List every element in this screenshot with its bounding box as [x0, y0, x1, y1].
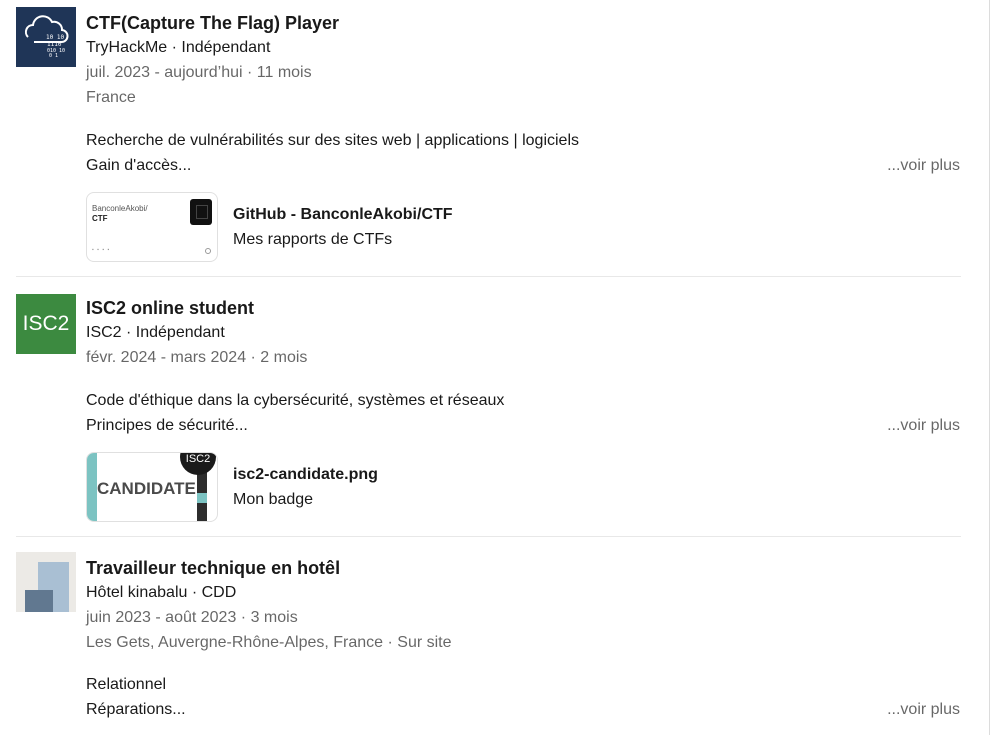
media-subtitle: Mon badge: [233, 491, 314, 508]
job-title: CTF(Capture The Flag) Player: [86, 13, 340, 33]
media-thumbnail[interactable]: BanconleAkobi/ CTF ▪ ▪ ▪ ▪: [86, 192, 218, 262]
repo-stats-icon: ▪ ▪ ▪ ▪: [92, 247, 111, 253]
panel-border: [989, 0, 990, 735]
company-line: ISC2 · Indépendant: [86, 324, 225, 341]
see-more-button[interactable]: ...voir plus: [887, 697, 960, 722]
badge-bar: [197, 493, 207, 503]
description-line: Principes de sécurité...: [86, 417, 248, 434]
media-subtitle: Mes rapports de CTFs: [233, 231, 393, 248]
badge-accent: [87, 453, 97, 521]
company-line: TryHackMe · Indépendant: [86, 39, 271, 56]
date-range: juin 2023 - août 2023 · 3 mois: [86, 609, 298, 626]
job-title: ISC2 online student: [86, 298, 255, 318]
badge-text: CANDIDATE: [97, 479, 196, 498]
thumb-repo: CTF: [92, 214, 108, 223]
repo-avatar-icon: [190, 199, 212, 225]
logo-text: ISC2: [22, 312, 70, 335]
location: Les Gets, Auvergne-Rhône-Alpes, France ·…: [86, 634, 452, 651]
badge-bar: [197, 503, 207, 521]
see-more-button[interactable]: ...voir plus: [887, 153, 960, 178]
media-attachment[interactable]: CANDIDATE ISC2 isc2-candidate.png Mon ba…: [86, 452, 378, 522]
see-more-button[interactable]: ...voir plus: [887, 413, 960, 438]
divider: [16, 536, 961, 537]
company-line: Hôtel kinabalu · CDD: [86, 584, 237, 601]
media-thumbnail[interactable]: CANDIDATE ISC2: [86, 452, 218, 522]
description-line: Code d'éthique dans la cybersécurité, sy…: [86, 392, 505, 409]
description-line: Recherche de vulnérabilités sur des site…: [86, 132, 580, 149]
date-range: févr. 2024 - mars 2024 · 2 mois: [86, 349, 308, 366]
description-line: Relationnel: [86, 676, 167, 693]
description-line: Réparations...: [86, 701, 186, 718]
job-title: Travailleur technique en hotêl: [86, 558, 341, 578]
svg-text:10 10: 10 10: [46, 34, 64, 41]
location: France: [86, 89, 136, 106]
description-line: Gain d'accès...: [86, 157, 192, 174]
svg-text:0 1: 0 1: [49, 53, 58, 59]
divider: [16, 276, 961, 277]
badge-seal: ISC2: [180, 453, 216, 475]
media-title[interactable]: GitHub - BanconleAkobi/CTF: [233, 202, 453, 227]
media-attachment[interactable]: BanconleAkobi/ CTF ▪ ▪ ▪ ▪ GitHub - Banc…: [86, 192, 453, 262]
github-icon: [205, 248, 211, 254]
date-range: juil. 2023 - aujourd’hui · 11 mois: [86, 64, 312, 81]
cloud-binary-icon: 10 10 1110 010 10 0 1: [24, 15, 69, 59]
thumb-owner: BanconleAkobi/: [92, 204, 148, 213]
company-placeholder-icon[interactable]: [16, 552, 76, 612]
isc2-logo[interactable]: ISC2: [16, 294, 76, 354]
svg-text:1110: 1110: [47, 41, 62, 48]
tryhackme-logo[interactable]: 10 10 1110 010 10 0 1: [16, 7, 76, 67]
media-title[interactable]: isc2-candidate.png: [233, 462, 378, 487]
